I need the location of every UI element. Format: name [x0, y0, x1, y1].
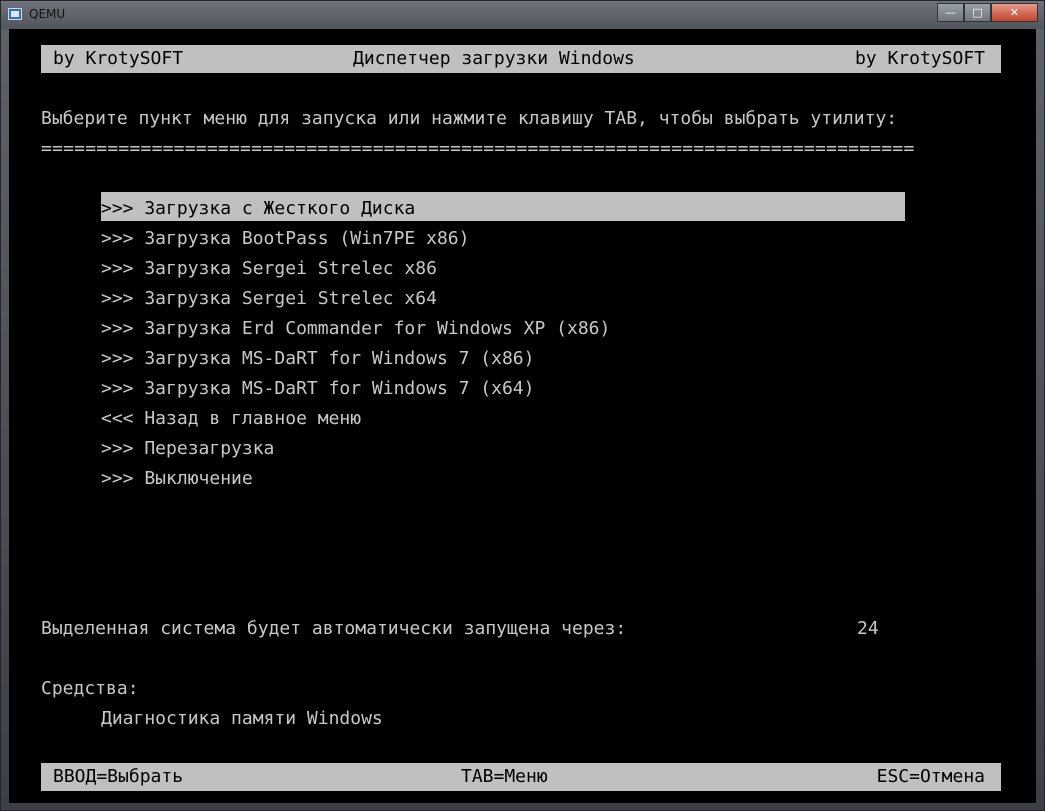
- footer-enter-hint: ВВОД=Выбрать: [53, 766, 184, 787]
- header-title: Диспетчер загрузки Windows: [353, 48, 635, 69]
- maximize-icon: □: [972, 6, 983, 19]
- tool-item-memory-diagnostic[interactable]: Диагностика памяти Windows: [101, 707, 383, 731]
- menu-item-reboot[interactable]: >>> Перезагрузка: [101, 437, 274, 461]
- qemu-app-icon[interactable]: [8, 8, 22, 20]
- footer-esc-hint: ESC=Отмена: [876, 766, 985, 787]
- close-button[interactable]: ✕: [991, 3, 1038, 22]
- menu-item-msdart-x86[interactable]: >>> Загрузка MS-DaRT for Windows 7 (x86): [101, 347, 534, 371]
- header-bar: by KrotySOFT Диспетчер загрузки Windows …: [41, 45, 1001, 73]
- window-title: QEMU: [29, 7, 66, 21]
- menu-item-strelec-x64[interactable]: >>> Загрузка Sergei Strelec x64: [101, 287, 437, 311]
- window-controls: — □ ✕: [937, 3, 1038, 23]
- separator-line: ========================================…: [41, 138, 915, 159]
- menu-item-bootpass[interactable]: >>> Загрузка BootPass (Win7PE x86): [101, 227, 469, 251]
- footer-bar: ВВОД=Выбрать TAB=Меню ESC=Отмена: [41, 763, 1001, 791]
- menu-item-strelec-x86[interactable]: >>> Загрузка Sergei Strelec x86: [101, 257, 437, 281]
- header-right-text: by KrotySOFT: [854, 48, 985, 69]
- menu-item-back[interactable]: <<< Назад в главное меню: [101, 407, 361, 431]
- countdown-value: 24: [857, 618, 879, 639]
- footer-tab-hint: TAB=Меню: [461, 766, 548, 787]
- countdown-label: Выделенная система будет автоматически з…: [41, 618, 627, 639]
- menu-item-shutdown[interactable]: >>> Выключение: [101, 467, 253, 491]
- maximize-button[interactable]: □: [964, 3, 991, 22]
- qemu-window: QEMU — □ ✕ by KrotySOFT Диспетчер загруз…: [0, 0, 1045, 811]
- menu-item-erd-commander[interactable]: >>> Загрузка Erd Commander for Windows X…: [101, 317, 610, 341]
- close-icon: ✕: [1009, 6, 1020, 19]
- console-screen: by KrotySOFT Диспетчер загрузки Windows …: [9, 29, 1036, 803]
- header-left-text: by KrotySOFT: [53, 48, 184, 69]
- menu-item-msdart-x64[interactable]: >>> Загрузка MS-DaRT for Windows 7 (x64): [101, 377, 534, 401]
- tools-heading: Средства:: [41, 678, 139, 699]
- menu-prompt: Выберите пункт меню для запуска или нажм…: [41, 108, 898, 129]
- title-bar[interactable]: QEMU — □ ✕: [1, 1, 1044, 29]
- menu-item-hard-disk[interactable]: >>> Загрузка с Жесткого Диска: [101, 197, 415, 221]
- minimize-icon: —: [945, 6, 956, 19]
- minimize-button[interactable]: —: [937, 3, 964, 22]
